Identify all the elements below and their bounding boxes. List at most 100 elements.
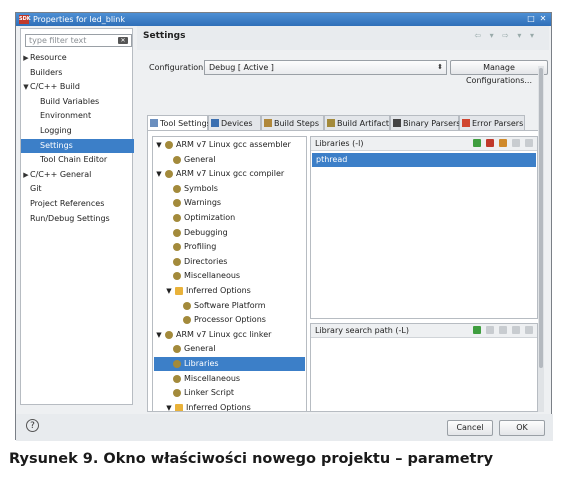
page-header: Settings ⇦ ▾ ⇨ ▾ ▾ — [137, 26, 549, 50]
sidebar-item-label: Project References — [30, 199, 105, 208]
maximize-button[interactable]: □ — [526, 14, 536, 24]
collapse-arrow-icon[interactable]: ▼ — [165, 284, 173, 298]
tree-node[interactable]: Profiling — [153, 240, 305, 254]
expand-arrow-icon[interactable]: ▶ — [22, 51, 30, 65]
move-up-icon[interactable] — [512, 139, 520, 147]
options-icon — [173, 345, 181, 354]
collapse-arrow-icon[interactable]: ▼ — [155, 328, 163, 342]
sidebar-item-label: Settings — [40, 140, 73, 150]
tree-node[interactable]: Software Platform — [153, 299, 305, 313]
tab-label: Error Parsers — [472, 119, 524, 128]
sidebar-item[interactable]: Settings — [21, 138, 134, 153]
collapse-arrow-icon[interactable]: ▼ — [155, 167, 163, 181]
history-nav-icon[interactable]: ⇦ ▾ ⇨ ▾ ▾ — [474, 31, 537, 40]
move-down-icon[interactable] — [525, 326, 533, 334]
folder-icon — [175, 403, 183, 411]
tree-node-label: Processor Options — [194, 315, 266, 325]
add-icon[interactable] — [473, 326, 481, 334]
tree-node[interactable]: General — [153, 342, 305, 356]
sidebar-item[interactable]: ▼ C/C++ Build — [21, 80, 134, 94]
tree-node-label: Miscellaneous — [184, 373, 241, 383]
options-icon — [173, 184, 181, 193]
close-window-button[interactable]: ✕ — [538, 14, 548, 24]
devices-icon — [211, 119, 219, 127]
edit-icon[interactable] — [499, 326, 507, 334]
tree-node-label: Symbols — [184, 183, 218, 193]
tree-node[interactable]: Symbols — [153, 182, 305, 196]
tool-settings-tree: ▼ ARM v7 Linux gcc assembler General ▼ ARM v… — [152, 136, 307, 412]
vertical-scrollbar[interactable] — [538, 66, 544, 412]
tab-build-artifact[interactable]: Build Artifact — [324, 115, 390, 130]
tree-node[interactable]: General — [153, 153, 305, 167]
sidebar-item-label: Run/Debug Settings — [30, 213, 110, 223]
sidebar-item[interactable]: Run/Debug Settings — [21, 212, 134, 226]
tree-node-label: Directories — [184, 256, 228, 266]
manage-configurations-button[interactable]: Manage Configurations... — [450, 60, 548, 85]
tree-node[interactable]: Miscellaneous — [153, 269, 305, 283]
tree-node-label: Software Platform — [194, 300, 266, 310]
delete-icon[interactable] — [486, 326, 494, 334]
delete-icon[interactable] — [486, 139, 494, 147]
sidebar-item[interactable]: Logging — [21, 124, 134, 138]
tree-node[interactable]: Libraries — [153, 357, 305, 371]
sidebar-item[interactable]: Builders — [21, 66, 134, 80]
options-icon — [173, 243, 181, 252]
tab-label: Binary Parsers — [403, 119, 461, 128]
library-path-title: Library search path (-L) — [315, 326, 409, 335]
add-icon[interactable] — [473, 139, 481, 147]
library-search-path-panel: Library search path (-L) — [310, 323, 538, 412]
collapse-arrow-icon[interactable]: ▼ — [155, 138, 163, 152]
help-icon[interactable]: ? — [26, 419, 39, 432]
tree-node-label: Linker Script — [184, 388, 235, 398]
tab-devices[interactable]: Devices — [208, 115, 261, 130]
tab-error-parsers[interactable]: Error Parsers — [459, 115, 525, 130]
move-down-icon[interactable] — [525, 139, 533, 147]
tree-node[interactable]: ▼ ARM v7 Linux gcc assembler — [153, 138, 305, 152]
collapse-arrow-icon[interactable]: ▼ — [22, 80, 30, 94]
sidebar-item[interactable]: Build Variables — [21, 95, 134, 109]
tree-node[interactable]: Processor Options — [153, 313, 305, 327]
sidebar-item[interactable]: Tool Chain Editor — [21, 153, 134, 167]
tree-node[interactable]: ▼ Inferred Options — [153, 284, 305, 298]
list-item[interactable]: pthread — [312, 153, 536, 167]
tree-node-label: ARM v7 Linux gcc compiler — [176, 169, 285, 179]
options-icon — [173, 155, 181, 164]
tree-node-label: General — [184, 154, 216, 164]
tree-node[interactable]: Debugging — [153, 226, 305, 240]
move-up-icon[interactable] — [512, 326, 520, 334]
tree-node[interactable]: Optimization — [153, 211, 305, 225]
properties-dialog: SDK Properties for led_blink □ ✕ type fi… — [15, 12, 553, 441]
tree-node-label: Inferred Options — [186, 286, 251, 295]
clear-filter-icon[interactable]: ✕ — [118, 37, 128, 44]
title-bar[interactable]: SDK Properties for led_blink □ ✕ — [16, 13, 551, 26]
folder-icon — [175, 287, 183, 295]
sidebar-item[interactable]: Project References — [21, 197, 134, 211]
scrollbar-thumb[interactable] — [539, 68, 543, 368]
sidebar-item[interactable]: Git — [21, 182, 134, 196]
sidebar-item-label: C/C++ Build — [30, 82, 80, 92]
configuration-select[interactable]: Debug [ Active ] ⬍ — [204, 60, 447, 75]
collapse-arrow-icon[interactable]: ▼ — [165, 401, 173, 411]
tree-node[interactable]: Warnings — [153, 196, 305, 210]
tab-build-steps[interactable]: Build Steps — [261, 115, 324, 130]
expand-arrow-icon[interactable]: ▶ — [22, 168, 30, 182]
tab-binary-parsers[interactable]: Binary Parsers — [390, 115, 461, 130]
sidebar-item[interactable]: ▶ Resource — [21, 51, 134, 65]
cancel-button[interactable]: Cancel — [447, 420, 493, 436]
filter-input[interactable]: type filter text ✕ — [25, 34, 132, 47]
sidebar-item-label: Environment — [40, 111, 92, 121]
ok-button[interactable]: OK — [499, 420, 545, 436]
sidebar-item[interactable]: Environment — [21, 109, 134, 123]
tree-node[interactable]: ▼ ARM v7 Linux gcc compiler — [153, 167, 305, 181]
tree-node[interactable]: Miscellaneous — [153, 372, 305, 386]
tree-node-label: Inferred Options — [186, 402, 251, 412]
tree-node[interactable]: Directories — [153, 255, 305, 269]
libraries-title: Libraries (-l) — [315, 139, 364, 148]
edit-icon[interactable] — [499, 139, 507, 147]
tab-tool-settings[interactable]: Tool Settings — [147, 115, 211, 131]
tree-node[interactable]: ▼ Inferred Options — [153, 401, 305, 412]
sidebar-item-label: Resource — [30, 53, 67, 62]
sidebar-item[interactable]: ▶ C/C++ General — [21, 168, 134, 182]
tree-node[interactable]: ▼ ARM v7 Linux gcc linker — [153, 328, 305, 342]
tree-node[interactable]: Linker Script — [153, 386, 305, 400]
